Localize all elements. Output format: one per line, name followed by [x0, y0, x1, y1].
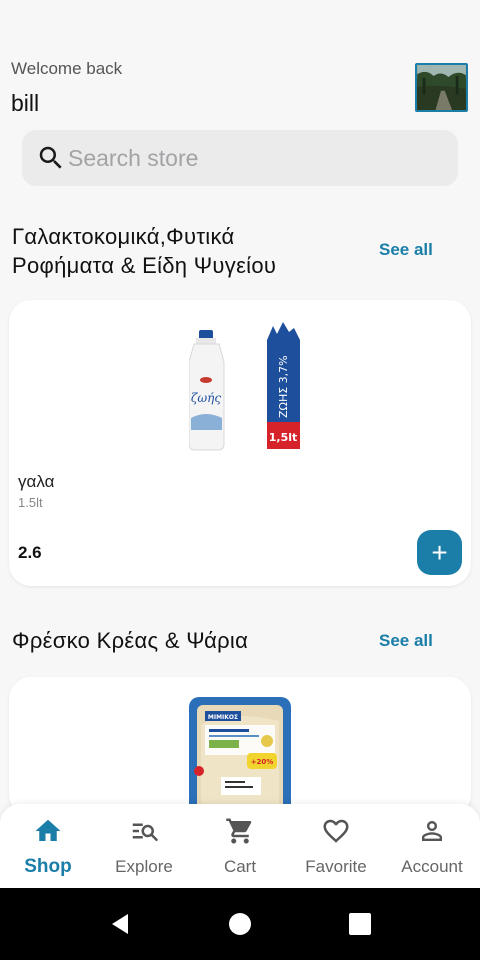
explore-search-icon [132, 823, 158, 841]
tray-offer: +20% [251, 758, 274, 766]
nav-label-favorite: Favorite [305, 857, 367, 876]
cart-icon [226, 818, 252, 844]
section-title-meat-fish: Φρέσκο Κρέας & Ψάρια [12, 628, 249, 653]
product-price: 2.6 [18, 543, 42, 562]
recents-button[interactable] [330, 888, 390, 960]
nav-item-explore[interactable]: Explore [96, 804, 192, 888]
search-bar[interactable] [22, 130, 458, 186]
bottle-label: ζωής [191, 391, 221, 405]
carton-badge: ΖΩΗΣ 3,7% [277, 355, 290, 418]
nav-item-shop[interactable]: Shop [0, 804, 96, 888]
home-circle-icon [229, 913, 251, 935]
profile-photo-icon [417, 65, 466, 110]
search-input[interactable] [68, 130, 448, 186]
username: bill [11, 90, 40, 116]
search-icon [39, 146, 62, 169]
nav-label-shop: Shop [24, 856, 72, 877]
nav-item-account[interactable]: Account [384, 804, 480, 888]
nav-label-cart: Cart [223, 857, 257, 876]
heart-icon [323, 819, 349, 843]
product-card[interactable]: ΜΙΜΙΚΟΣ +20% [9, 677, 471, 817]
home-button[interactable] [210, 888, 270, 960]
nav-item-favorite[interactable]: Favorite [288, 804, 384, 888]
back-button[interactable] [90, 888, 150, 960]
section-title-dairy: Γαλακτοκομικά,Φυτικά Ροφήματα & Είδη Ψυγ… [12, 224, 277, 278]
avatar[interactable] [415, 63, 468, 112]
back-triangle-icon [112, 914, 128, 934]
product-name: γαλα [18, 472, 55, 491]
product-card[interactable]: ζωής ΖΩΗΣ 3,7% 1,5lt γαλα 1.5lt 2.6 + [9, 300, 471, 586]
nav-item-cart[interactable]: Cart [192, 804, 288, 888]
product-unit: 1.5lt [18, 495, 43, 510]
store-icon [35, 819, 61, 841]
add-to-cart-button[interactable]: + [417, 530, 462, 575]
nav-label-account: Account [401, 857, 463, 876]
system-navigation-bar [0, 888, 480, 960]
see-all-dairy-link[interactable]: See all [379, 240, 433, 260]
see-all-meat-link[interactable]: See all [379, 631, 433, 651]
person-icon [422, 821, 442, 841]
carton-volume: 1,5lt [269, 431, 298, 444]
welcome-text: Welcome back [11, 59, 123, 78]
nav-label-explore: Explore [115, 857, 173, 876]
recents-square-icon [349, 913, 371, 935]
product-image: ζωής ΖΩΗΣ 3,7% 1,5lt [189, 322, 300, 451]
bottom-navigation: Shop Explore Cart Favorite Account [0, 804, 480, 888]
header: Welcome back bill [0, 0, 480, 120]
product-image: ΜΙΜΙΚΟΣ +20% [189, 697, 291, 817]
tray-brand: ΜΙΜΙΚΟΣ [208, 714, 238, 721]
